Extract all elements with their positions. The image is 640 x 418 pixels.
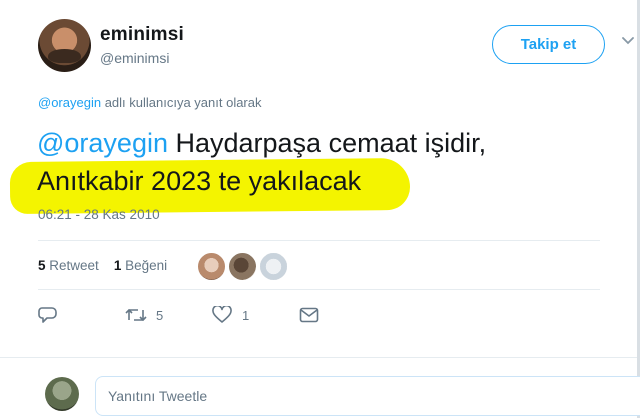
retweet-stat[interactable]: 5 Retweet [38,258,99,273]
author-avatar[interactable] [38,19,91,72]
follow-button[interactable]: Takip et [492,25,605,64]
envelope-icon [299,307,319,323]
divider-middle [38,289,600,290]
reply-context-text: adlı kullanıcıya yanıt olarak [101,95,262,110]
like-stat[interactable]: 1 Beğeni [114,258,167,273]
engagement-stats: 5 Retweet 1 Beğeni [38,258,167,273]
chevron-down-icon[interactable] [622,37,634,45]
like-action-count: 1 [242,307,250,323]
retweet-stat-label: Retweet [45,258,99,273]
retweet-stat-count: 5 [38,258,46,273]
divider-bottom [0,357,637,358]
retweet-action[interactable]: 5 [124,306,163,324]
author-display-name[interactable]: eminimsi [100,24,184,46]
liker-avatar[interactable] [258,251,289,282]
current-user-avatar [45,377,79,411]
reply-action[interactable] [38,306,58,324]
tweet-text-line-1: @orayegin Haydarpaşa cemaat işidir, [37,128,486,159]
reply-icon [38,307,57,323]
author-handle[interactable]: @eminimsi [100,50,169,66]
heart-icon [212,306,232,323]
like-stat-label: Beğeni [121,258,168,273]
tweet-text-part: Haydarpaşa cemaat işidir, [167,128,487,158]
tweet-text-line-2: Anıtkabir 2023 te yakılacak [37,166,362,196]
liker-avatar[interactable] [196,251,227,282]
reply-context-mention[interactable]: @orayegin [38,95,101,110]
reply-context: @orayegin adlı kullanıcıya yanıt olarak [38,95,262,110]
tweet-mention[interactable]: @orayegin [37,128,168,158]
reply-input[interactable]: Yanıtını Tweetle [95,376,640,416]
message-action[interactable] [299,306,319,324]
tweet-timestamp[interactable]: 06:21 - 28 Kas 2010 [38,207,160,222]
like-action[interactable]: 1 [212,306,249,324]
liker-avatar[interactable] [227,251,258,282]
retweet-icon [125,309,147,321]
divider-top [38,240,600,241]
retweet-action-count: 5 [156,307,164,323]
